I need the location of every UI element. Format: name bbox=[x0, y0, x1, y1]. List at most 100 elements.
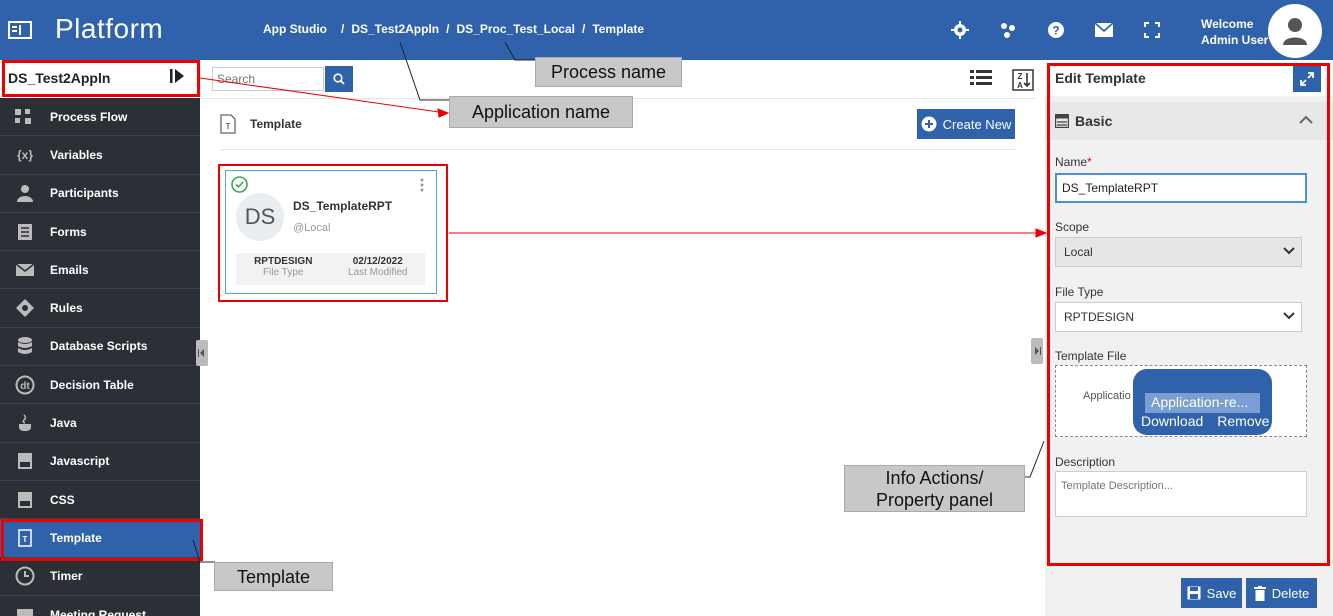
property-panel: Edit Template Basic Name* Scope Local Fi… bbox=[1045, 60, 1333, 616]
sidebar-item-label: Emails bbox=[50, 262, 89, 277]
sidebar-item-process-flow[interactable]: Process Flow bbox=[0, 98, 200, 137]
file-type-label: File Type bbox=[1055, 285, 1104, 299]
sidebar-item-template[interactable]: T Template bbox=[0, 519, 200, 558]
sidebar-item-participants[interactable]: Participants bbox=[0, 175, 200, 213]
css-icon bbox=[0, 491, 50, 509]
save-button[interactable]: Save bbox=[1181, 578, 1242, 608]
collapse-right-handle[interactable] bbox=[1031, 338, 1043, 364]
divider bbox=[220, 149, 1015, 150]
sidebar-item-label: Timer bbox=[50, 569, 83, 584]
sidebar-item-label: Javascript bbox=[50, 454, 110, 469]
sidebar-item-java[interactable]: Java bbox=[0, 404, 200, 443]
svg-text:dt: dt bbox=[20, 381, 30, 392]
breadcrumb: App Studio / DS_Test2Appln / DS_Proc_Tes… bbox=[263, 22, 644, 36]
save-label: Save bbox=[1206, 585, 1237, 601]
welcome-text: Welcome Admin User bbox=[1201, 16, 1268, 48]
sidebar-item-forms[interactable]: Forms bbox=[0, 213, 200, 252]
create-new-label: Create New bbox=[942, 116, 1012, 132]
user-avatar[interactable] bbox=[1268, 4, 1322, 58]
sidebar-header: DS_Test2Appln bbox=[0, 60, 200, 98]
description-label: Description bbox=[1055, 455, 1116, 469]
description-field[interactable] bbox=[1055, 471, 1307, 517]
template-icon: T bbox=[0, 529, 50, 547]
section-title: Template bbox=[250, 117, 302, 131]
section-label: Basic bbox=[1075, 113, 1113, 129]
menu-toggle-icon[interactable] bbox=[8, 20, 32, 40]
callout-info-actions: Info Actions/ Property panel bbox=[844, 465, 1025, 512]
chevron-up-icon[interactable] bbox=[1299, 112, 1313, 128]
participants-icon bbox=[0, 184, 50, 203]
gear-icon[interactable] bbox=[950, 20, 970, 40]
sort-az-icon[interactable]: ZA bbox=[1012, 69, 1034, 96]
sidebar-item-decision-table[interactable]: dt Decision Table bbox=[0, 366, 200, 405]
javascript-icon bbox=[0, 452, 50, 470]
search-icon bbox=[333, 73, 345, 85]
svg-text:A: A bbox=[1017, 81, 1023, 90]
sidebar-item-label: Forms bbox=[50, 224, 87, 239]
file-type-select[interactable]: RPTDESIGN bbox=[1055, 302, 1302, 332]
breadcrumb-process[interactable]: DS_Proc_Test_Local bbox=[456, 22, 575, 36]
sidebar-item-javascript[interactable]: Javascript bbox=[0, 443, 200, 481]
breadcrumb-app-studio[interactable]: App Studio bbox=[263, 22, 327, 36]
card-highlight-box bbox=[218, 164, 448, 302]
search-button[interactable] bbox=[325, 66, 353, 92]
database-icon bbox=[0, 337, 50, 355]
chevron-down-icon bbox=[1283, 310, 1295, 324]
mail-icon[interactable] bbox=[1094, 20, 1114, 40]
sidebar-item-timer[interactable]: Timer bbox=[0, 558, 200, 596]
sidebar-item-rules[interactable]: Rules bbox=[0, 289, 200, 328]
emails-icon bbox=[0, 263, 50, 276]
network-icon[interactable] bbox=[998, 20, 1018, 40]
rules-icon bbox=[0, 299, 50, 318]
sidebar: DS_Test2Appln Process Flow {x} Variables… bbox=[0, 60, 200, 616]
plus-circle-icon bbox=[921, 116, 937, 132]
basic-section-header[interactable]: Basic bbox=[1045, 102, 1333, 140]
top-bar: Platform App Studio / DS_Test2Appln / DS… bbox=[0, 0, 1333, 60]
breadcrumb-template: Template bbox=[592, 22, 645, 36]
breadcrumb-separator: / bbox=[446, 22, 450, 36]
sidebar-item-meeting-request[interactable]: Meeting Request bbox=[0, 596, 200, 616]
scope-select[interactable]: Local bbox=[1055, 237, 1302, 267]
sidebar-item-label: CSS bbox=[50, 492, 75, 507]
sidebar-item-label: Meeting Request bbox=[50, 607, 147, 616]
delete-button[interactable]: Delete bbox=[1246, 578, 1317, 608]
form-section-icon bbox=[1055, 114, 1069, 128]
application-name: DS_Test2Appln bbox=[8, 70, 111, 86]
attached-file-name: Application-re... bbox=[1145, 393, 1260, 413]
file-name-text: Applicatio bbox=[1083, 390, 1131, 402]
template-file-label: Template File bbox=[1055, 349, 1127, 363]
file-type-value: RPTDESIGN bbox=[1064, 310, 1135, 324]
remove-link[interactable]: Remove bbox=[1217, 413, 1269, 429]
breadcrumb-separator: / bbox=[581, 22, 586, 36]
brand-title[interactable]: Platform bbox=[55, 13, 163, 45]
help-icon[interactable]: ? bbox=[1046, 20, 1066, 40]
callout-info-line2: Property panel bbox=[875, 489, 994, 510]
welcome-label: Welcome bbox=[1201, 17, 1254, 31]
search-input[interactable] bbox=[212, 67, 324, 91]
create-new-button[interactable]: Create New bbox=[917, 109, 1015, 139]
meeting-icon bbox=[0, 607, 50, 616]
template-file-dropzone[interactable]: Applicatio Application-re... Download Re… bbox=[1055, 365, 1307, 437]
sidebar-item-database-scripts[interactable]: Database Scripts bbox=[0, 328, 200, 367]
download-link[interactable]: Download bbox=[1141, 413, 1203, 429]
list-view-icon[interactable] bbox=[970, 69, 992, 96]
breadcrumb-application[interactable]: DS_Test2Appln bbox=[351, 22, 439, 36]
chevron-down-icon bbox=[1283, 245, 1295, 259]
expand-icon bbox=[1300, 72, 1314, 86]
callout-process-name: Process name bbox=[535, 57, 682, 87]
sidebar-item-emails[interactable]: Emails bbox=[0, 251, 200, 290]
name-label: Name* bbox=[1055, 155, 1092, 169]
svg-text:T: T bbox=[226, 122, 231, 131]
file-actions: Download Remove bbox=[1141, 413, 1269, 429]
required-mark: * bbox=[1087, 155, 1092, 169]
name-field[interactable] bbox=[1055, 173, 1307, 203]
sidebar-item-css[interactable]: CSS bbox=[0, 481, 200, 520]
sidebar-item-variables[interactable]: {x} Variables bbox=[0, 136, 200, 175]
svg-text:{x}: {x} bbox=[17, 148, 33, 162]
fullscreen-icon[interactable] bbox=[1142, 20, 1162, 40]
expand-panel-button[interactable] bbox=[1293, 66, 1321, 92]
collapse-left-handle[interactable] bbox=[196, 340, 208, 366]
sidebar-item-label: Rules bbox=[50, 301, 83, 316]
collapse-sidebar-icon[interactable] bbox=[169, 68, 185, 87]
scope-label: Scope bbox=[1055, 220, 1090, 234]
